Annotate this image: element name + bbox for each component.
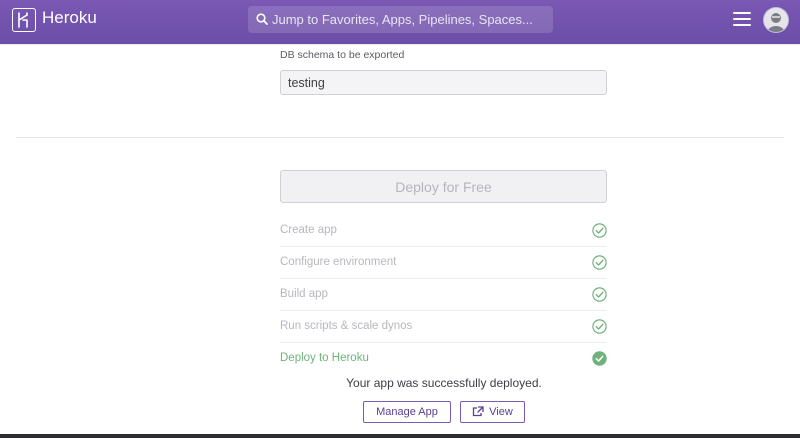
schema-field-label: DB schema to be exported	[280, 49, 405, 61]
list-item: Build app	[280, 279, 607, 311]
list-item: Configure environment	[280, 247, 607, 279]
avatar[interactable]	[764, 8, 788, 32]
search-bar[interactable]	[248, 6, 553, 33]
check-circle-filled-icon	[592, 351, 607, 366]
search-icon	[256, 13, 268, 25]
step-label: Configure environment	[280, 256, 397, 268]
view-app-button[interactable]: View	[460, 401, 525, 423]
search-input[interactable]	[272, 6, 547, 33]
list-item: Deploy to Heroku	[280, 343, 607, 375]
heroku-logo-icon[interactable]	[12, 8, 36, 32]
section-divider	[16, 137, 784, 138]
check-circle-icon	[592, 287, 607, 302]
manage-app-button[interactable]: Manage App	[363, 401, 451, 423]
view-label: View	[489, 406, 513, 418]
deploy-success-message: Your app was successfully deployed.	[346, 376, 542, 390]
check-circle-icon	[592, 255, 607, 270]
step-label: Create app	[280, 224, 337, 236]
deploy-for-free-button[interactable]: Deploy for Free	[280, 170, 607, 203]
step-label: Build app	[280, 288, 328, 300]
top-navbar: Heroku	[0, 0, 800, 44]
check-circle-icon	[592, 319, 607, 334]
user-avatar-icon	[767, 13, 785, 32]
list-item: Create app	[280, 215, 607, 247]
hamburger-menu-icon[interactable]	[733, 12, 751, 26]
check-circle-icon	[592, 223, 607, 238]
window-bottom-edge	[0, 434, 800, 438]
deploy-steps-list: Create app Configure environment Build a…	[280, 215, 607, 375]
step-label: Run scripts & scale dynos	[280, 320, 413, 332]
brand-name[interactable]: Heroku	[42, 8, 97, 28]
step-label: Deploy to Heroku	[280, 352, 369, 364]
schema-input[interactable]	[280, 70, 607, 95]
external-link-icon	[473, 406, 484, 417]
list-item: Run scripts & scale dynos	[280, 311, 607, 343]
